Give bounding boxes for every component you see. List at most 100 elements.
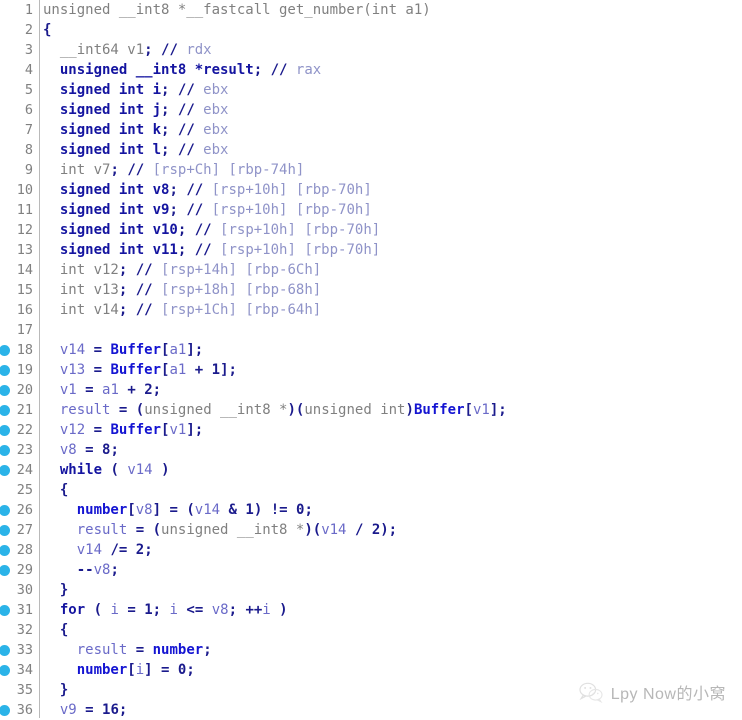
token-num: 16 <box>102 702 119 718</box>
token-glob: Buffer <box>413 402 465 418</box>
token-punc: = <box>85 382 94 398</box>
token-comsl: // <box>177 82 195 98</box>
code-line[interactable]: 11 signed int v9; // [rsp+10h] [rbp-70h] <box>0 200 742 220</box>
code-line[interactable]: 29 --v8; <box>0 560 742 580</box>
code-text[interactable]: signed int l; // ebx <box>36 140 229 160</box>
code-text[interactable]: --v8; <box>36 560 119 580</box>
code-line[interactable]: 6 signed int j; // ebx <box>0 100 742 120</box>
code-text[interactable]: v9 = 16; <box>36 700 127 720</box>
token-kw: unsigned __int8 *result <box>59 62 254 78</box>
code-line[interactable]: 2{ <box>0 20 742 40</box>
code-line[interactable]: 17 <box>0 320 742 340</box>
code-text[interactable]: { <box>36 20 51 40</box>
code-text[interactable]: int v7; // [rsp+Ch] [rbp-74h] <box>36 160 304 180</box>
token-punc: { <box>43 22 52 38</box>
code-text[interactable]: v13 = Buffer[a1 + 1]; <box>36 360 237 380</box>
code-text[interactable]: number[v8] = (v14 & 1) != 0; <box>36 500 313 520</box>
code-line[interactable]: 28 v14 /= 2; <box>0 540 742 560</box>
code-line[interactable]: 12 signed int v10; // [rsp+10h] [rbp-70h… <box>0 220 742 240</box>
code-text[interactable]: signed int v10; // [rsp+10h] [rbp-70h] <box>36 220 380 240</box>
line-number: 11 <box>16 202 33 218</box>
code-text[interactable]: number[i] = 0; <box>36 660 195 680</box>
code-text[interactable]: v14 = Buffer[a1]; <box>36 340 203 360</box>
code-text[interactable]: __int64 v1; // rdx <box>36 40 212 60</box>
token-kw: signed int i <box>59 82 162 98</box>
code-line[interactable]: 10 signed int v8; // [rsp+10h] [rbp-70h] <box>0 180 742 200</box>
code-line[interactable]: 22 v12 = Buffer[v1]; <box>0 420 742 440</box>
code-line[interactable]: 7 signed int k; // ebx <box>0 120 742 140</box>
code-text[interactable]: for ( i = 1; i <= v8; ++i ) <box>36 600 288 620</box>
code-text[interactable]: result = (unsigned __int8 *)(unsigned in… <box>36 400 507 420</box>
code-line[interactable]: 15 int v13; // [rsp+18h] [rbp-68h] <box>0 280 742 300</box>
code-text[interactable]: } <box>36 580 68 600</box>
token-glob: number <box>152 642 204 658</box>
code-text[interactable]: result = (unsigned __int8 *)(v14 / 2); <box>36 520 397 540</box>
code-line[interactable]: 5 signed int i; // ebx <box>0 80 742 100</box>
pseudocode-view[interactable]: 1 unsigned __int8 *__fastcall get_number(… <box>0 0 742 718</box>
code-text[interactable]: while ( v14 ) <box>36 460 170 480</box>
code-line[interactable]: 23 v8 = 8; <box>0 440 742 460</box>
code-text[interactable]: v8 = 8; <box>36 440 119 460</box>
token-kw: signed int v10 <box>59 222 178 238</box>
code-line[interactable]: 4 unsigned __int8 *result; // rax <box>0 60 742 80</box>
code-line[interactable]: 25 { <box>0 480 742 500</box>
code-line[interactable]: 13 signed int v11; // [rsp+10h] [rbp-70h… <box>0 240 742 260</box>
code-text[interactable]: result = number; <box>36 640 212 660</box>
code-text[interactable]: signed int k; // ebx <box>36 120 229 140</box>
token-punc: ( <box>152 522 162 538</box>
token-comsl: // <box>161 42 178 58</box>
code-line[interactable]: 16 int v14; // [rsp+1Ch] [rbp-64h] <box>0 300 742 320</box>
code-line[interactable]: 20 v1 = a1 + 2; <box>0 380 742 400</box>
token-num: 2 <box>144 382 153 398</box>
token-punc: = <box>93 362 103 378</box>
code-line[interactable]: 9 int v7; // [rsp+Ch] [rbp-74h] <box>0 160 742 180</box>
code-text[interactable]: unsigned __int8 *result; // rax <box>36 60 321 80</box>
code-text[interactable]: { <box>36 480 68 500</box>
token-punc: <= <box>186 602 204 618</box>
code-line[interactable]: 21 result = (unsigned __int8 *)(unsigned… <box>0 400 742 420</box>
code-text[interactable]: unsigned __int8 *__fastcall get_number(i… <box>36 0 431 20</box>
code-line[interactable]: 8 signed int l; // ebx <box>0 140 742 160</box>
code-line[interactable]: 14 int v12; // [rsp+14h] [rbp-6Ch] <box>0 260 742 280</box>
code-line[interactable]: 18 v14 = Buffer[a1]; <box>0 340 742 360</box>
code-text[interactable]: int v13; // [rsp+18h] [rbp-68h] <box>36 280 321 300</box>
line-number: 35 <box>16 682 33 698</box>
code-text[interactable]: int v14; // [rsp+1Ch] [rbp-64h] <box>36 300 321 320</box>
code-line[interactable]: 26 number[v8] = (v14 & 1) != 0; <box>0 500 742 520</box>
code-line[interactable]: 32 { <box>0 620 742 640</box>
token-com: [rsp+18h] [rbp-68h] <box>152 282 322 298</box>
code-text[interactable]: signed int v11; // [rsp+10h] [rbp-70h] <box>36 240 380 260</box>
code-line[interactable]: 24 while ( v14 ) <box>0 460 742 480</box>
code-listing[interactable]: 1 unsigned __int8 *__fastcall get_number(… <box>0 0 742 718</box>
code-line[interactable]: 31 for ( i = 1; i <= v8; ++i ) <box>0 600 742 620</box>
code-text[interactable]: { <box>36 620 68 640</box>
code-text[interactable]: v12 = Buffer[v1]; <box>36 420 203 440</box>
code-line[interactable]: 27 result = (unsigned __int8 *)(v14 / 2)… <box>0 520 742 540</box>
code-text[interactable]: signed int v9; // [rsp+10h] [rbp-70h] <box>36 200 372 220</box>
token-local: result <box>76 642 128 658</box>
line-number: 7 <box>24 122 33 138</box>
code-line[interactable]: 33 result = number; <box>0 640 742 660</box>
token-com: ebx <box>194 82 229 98</box>
code-text[interactable]: } <box>36 680 68 700</box>
code-text[interactable]: signed int v8; // [rsp+10h] [rbp-70h] <box>36 180 372 200</box>
code-text[interactable]: signed int i; // ebx <box>36 80 229 100</box>
token-num: 1 <box>211 362 221 378</box>
code-text[interactable]: int v12; // [rsp+14h] [rbp-6Ch] <box>36 260 321 280</box>
token-punc: = <box>93 342 103 358</box>
code-line[interactable]: 30 } <box>0 580 742 600</box>
code-line[interactable]: 34 number[i] = 0; <box>0 660 742 680</box>
token-punc: ; <box>118 702 128 718</box>
token-local: v14 <box>59 342 86 358</box>
code-text[interactable]: v1 = a1 + 2; <box>36 380 161 400</box>
code-line[interactable]: 3 __int64 v1; // rdx <box>0 40 742 60</box>
code-text[interactable]: v14 /= 2; <box>36 540 153 560</box>
code-text[interactable]: signed int j; // ebx <box>36 100 229 120</box>
code-line[interactable]: 19 v13 = Buffer[a1 + 1]; <box>0 360 742 380</box>
code-line[interactable]: 1 unsigned __int8 *__fastcall get_number(… <box>0 0 742 20</box>
